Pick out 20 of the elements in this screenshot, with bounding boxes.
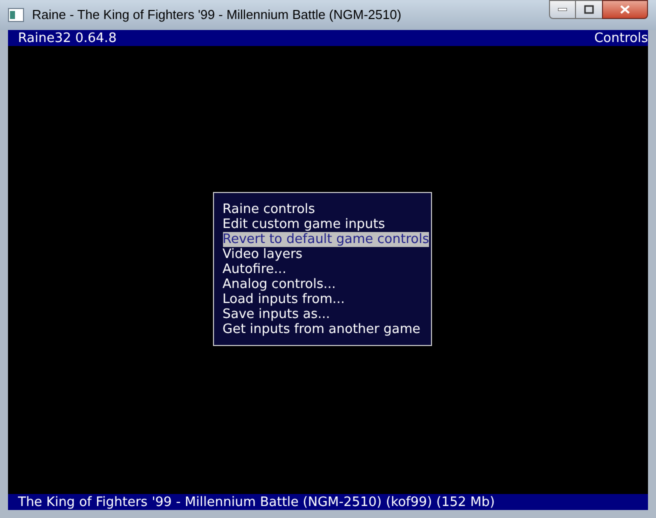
menu-item[interactable]: Analog controls...: [222, 277, 336, 292]
restore-icon: [584, 5, 594, 14]
minimize-button[interactable]: [549, 0, 576, 19]
close-icon: [620, 5, 630, 14]
status-text: The King of Fighters '99 - Millennium Battle (NGM-2510) (kof99) (152 Mb): [18, 496, 495, 508]
menu-item[interactable]: Raine controls: [222, 202, 316, 217]
menu-item[interactable]: Autofire...: [222, 262, 286, 277]
app-icon: [8, 8, 24, 22]
menu-item[interactable]: Load inputs from...: [222, 292, 345, 307]
close-button[interactable]: [602, 0, 648, 19]
minimize-icon: [558, 8, 567, 11]
menu-item[interactable]: Edit custom game inputs: [222, 217, 386, 232]
menu-item[interactable]: Save inputs as...: [222, 307, 330, 322]
section-title: Controls: [594, 32, 648, 44]
menu-item[interactable]: Get inputs from another game: [222, 322, 420, 337]
app-version: Raine32 0.64.8: [18, 32, 117, 44]
menu-item[interactable]: Revert to default game controls: [222, 232, 430, 247]
maximize-button[interactable]: [576, 0, 602, 19]
window-title: Raine - The King of Fighters '99 - Millennium Battle (NGM-2510): [32, 6, 402, 24]
menu-item[interactable]: Video layers: [222, 247, 302, 262]
